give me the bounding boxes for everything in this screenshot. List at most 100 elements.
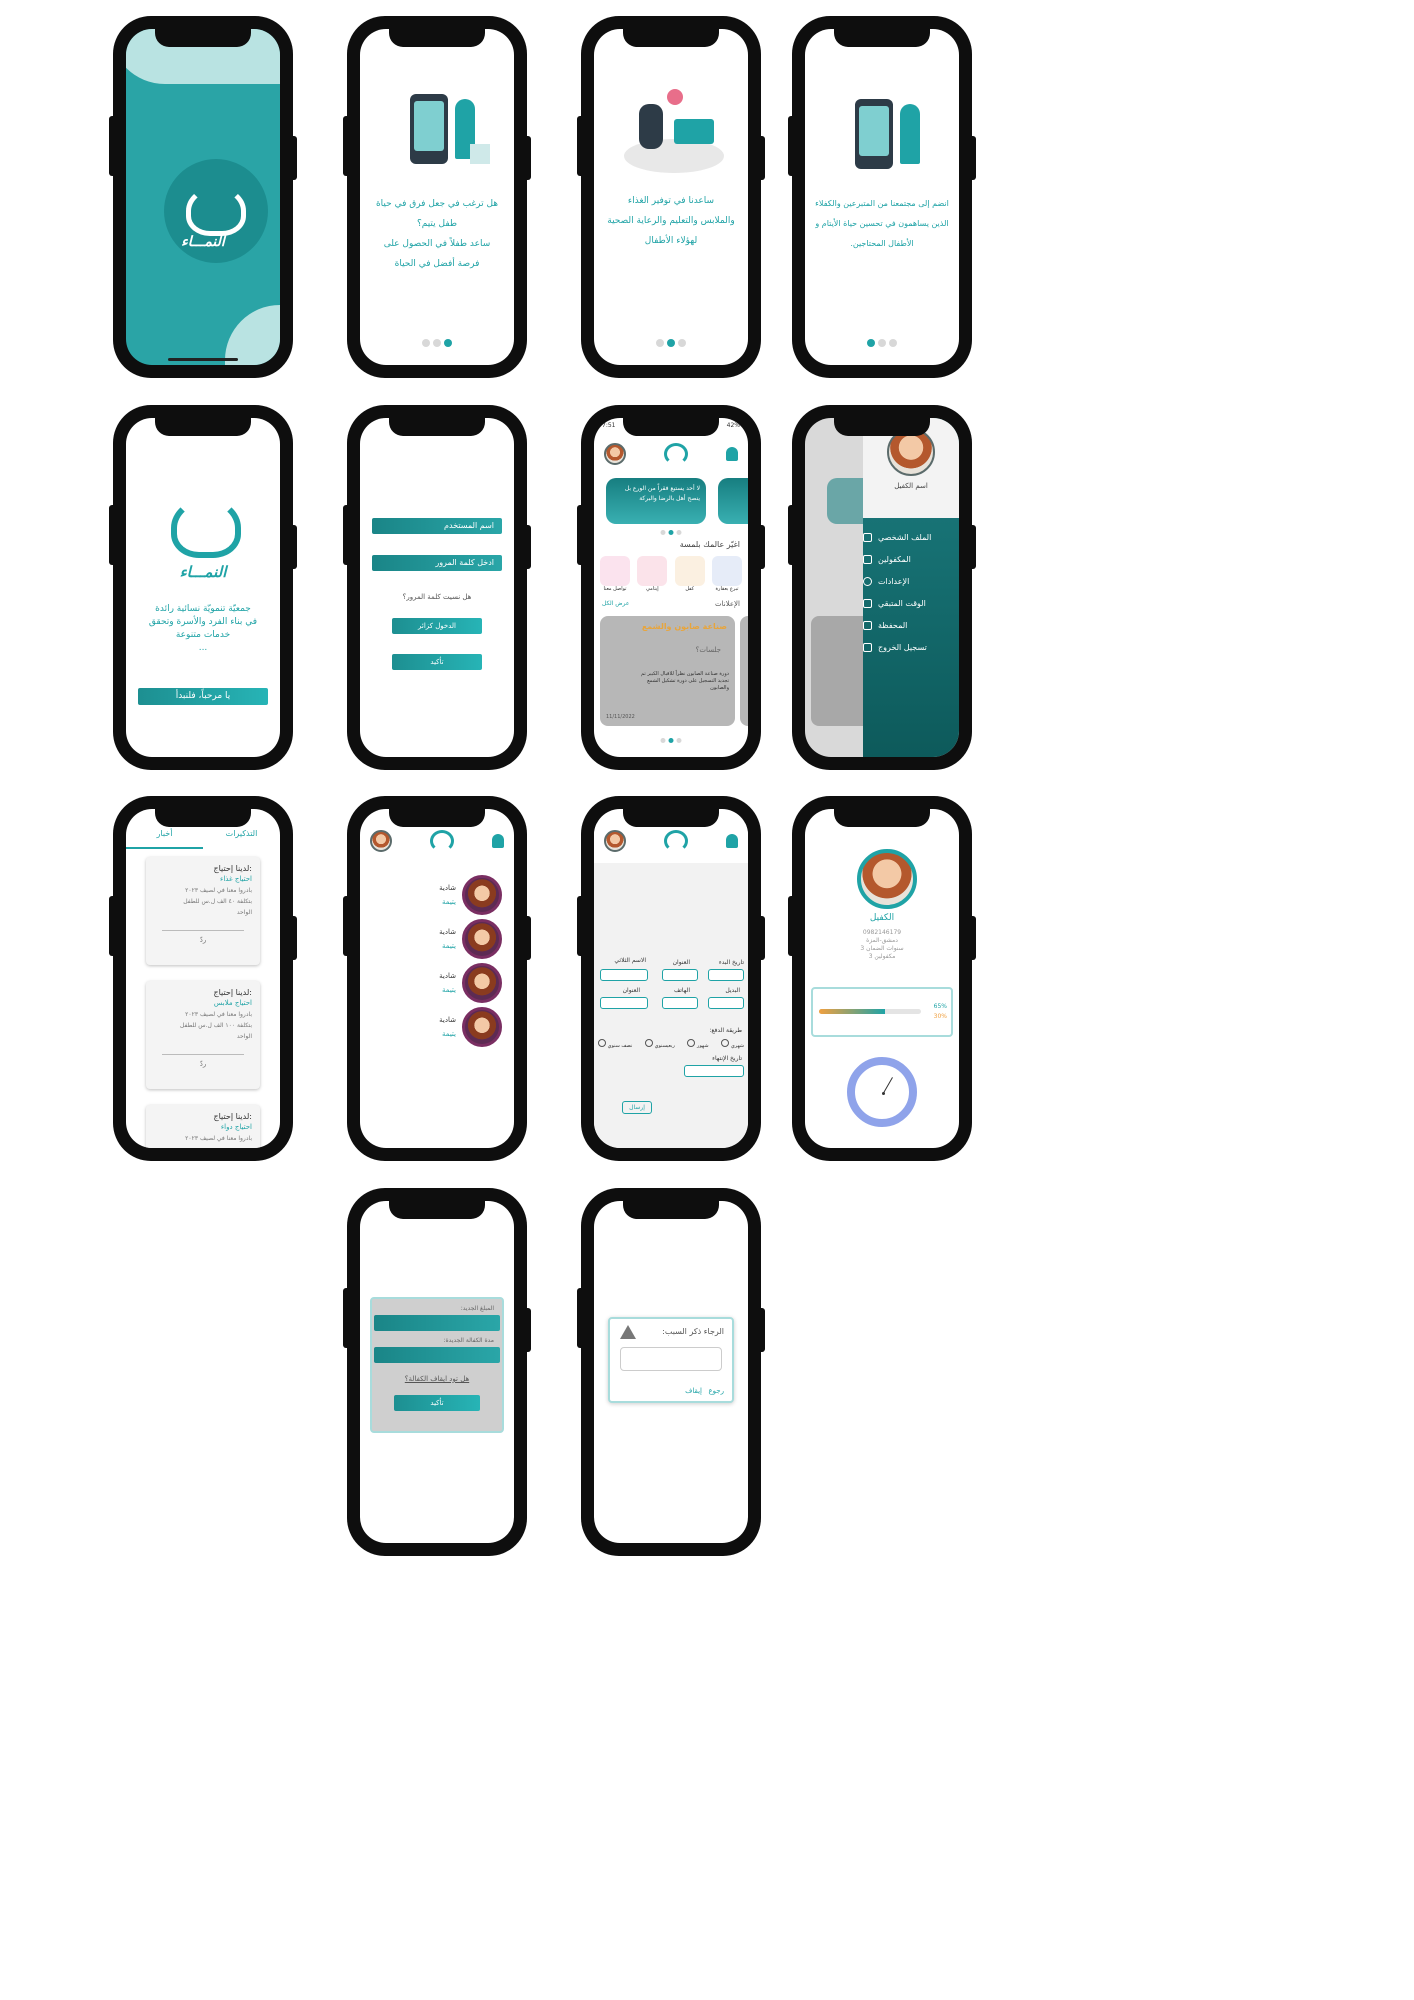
payment-option[interactable]: شهري: [721, 1039, 744, 1049]
phone-drawer: اسم الكفيل الملف الشخصي المكفولين الإعدا…: [788, 405, 976, 770]
dot-active[interactable]: [667, 339, 675, 347]
stop-sponsorship-link[interactable]: هل تود ايقاف الكفالة؟: [372, 1375, 502, 1383]
back-button[interactable]: رجوع: [708, 1387, 724, 1395]
notch: [623, 1201, 719, 1219]
ad-card[interactable]: صناعة صابون والشمع جلسات؟ دورة صناعة الص…: [600, 616, 735, 726]
payment-option[interactable]: شهور: [687, 1039, 709, 1049]
dot[interactable]: [889, 339, 897, 347]
payment-option[interactable]: نصف سنوي: [598, 1039, 632, 1049]
see-all-link[interactable]: عرض الكل: [602, 600, 629, 607]
progress-card: 65% 30%: [811, 987, 953, 1037]
orphan-item[interactable]: شادية يتيمة: [439, 963, 502, 1003]
tab-news[interactable]: أخبار: [126, 829, 203, 849]
phone-welcome: النمـــاء جمعيّة تنمويّة نسائية رائدة في…: [109, 405, 297, 770]
bell-icon[interactable]: [726, 447, 738, 461]
reply-button[interactable]: ردّ: [154, 1059, 252, 1070]
onboarding-screen-1: هل ترغب في جعل فرق في حياة طفل يتيم؟ ساع…: [360, 29, 514, 365]
profile-line: مكفولين 3: [868, 953, 896, 960]
need-card[interactable]: :لدينا إحتياج احتياج ملابس بادروا معنا ف…: [146, 981, 260, 1089]
building-icon: [863, 620, 872, 630]
service-sponsor[interactable]: كفل: [673, 556, 707, 592]
need-line: الواحد: [236, 909, 252, 916]
start-date-input[interactable]: [708, 969, 744, 981]
logo-icon: [664, 443, 688, 465]
dot[interactable]: [422, 339, 430, 347]
dot[interactable]: [660, 530, 666, 535]
end-date-input[interactable]: [684, 1065, 744, 1077]
need-card[interactable]: :لدينا إحتياج احتياج دواء بادروا معنا في…: [146, 1105, 260, 1148]
quote-banner[interactable]: لا أحد يستيع فقراً من الورع بل ينصح أهل …: [606, 478, 706, 524]
menu-logout[interactable]: تسجيل الخروج: [863, 636, 959, 658]
onboarding-text: ساعدنا في توفير الغذاء والملابس والتعليم…: [604, 191, 738, 251]
ad-dots[interactable]: [660, 738, 682, 743]
dot[interactable]: [656, 339, 664, 347]
menu-profile[interactable]: الملف الشخصي: [863, 526, 959, 548]
label-alternate: البديل: [725, 987, 740, 994]
dot[interactable]: [660, 738, 666, 743]
dot[interactable]: [676, 738, 682, 743]
orphan-tag: يتيمة: [442, 986, 456, 994]
guest-button[interactable]: الدخول كزائر: [392, 618, 482, 634]
confirm-button[interactable]: تأكيد: [392, 654, 482, 670]
username-field[interactable]: اسم المستخدم: [372, 518, 502, 534]
alternate-input[interactable]: [708, 997, 744, 1009]
service-contact[interactable]: تواصل معنا: [598, 556, 632, 592]
page-dots[interactable]: [867, 339, 897, 347]
avatar[interactable]: [370, 830, 392, 852]
duration-input[interactable]: [374, 1347, 500, 1363]
amount-input[interactable]: [374, 1315, 500, 1331]
dot[interactable]: [676, 530, 682, 535]
tagline-line: جمعيّة تنمويّة نسائية رائدة: [155, 604, 251, 614]
dot-active[interactable]: [867, 339, 875, 347]
bell-icon[interactable]: [492, 834, 504, 848]
dot-active[interactable]: [668, 530, 674, 535]
dot-active[interactable]: [668, 738, 674, 743]
dot[interactable]: [678, 339, 686, 347]
profile-title: الكفيل: [869, 913, 895, 923]
start-button[interactable]: يا مرحباً، فلنبدأ: [138, 688, 268, 705]
page-dots[interactable]: [422, 339, 452, 347]
avatar[interactable]: [604, 830, 626, 852]
label-address-2: العنوان: [622, 987, 640, 994]
page-dots[interactable]: [656, 339, 686, 347]
quote-banner-next[interactable]: [718, 478, 748, 524]
service-donate[interactable]: تبرع بعقارة: [710, 556, 744, 592]
confirm-button[interactable]: تأكيد: [394, 1395, 480, 1411]
home-screen: 7:51 42% لا أحد يستيع فقراً من الورع بل ي…: [594, 418, 748, 757]
forgot-password-link[interactable]: هل نسيت كلمة المرور؟: [360, 593, 514, 601]
clock-icon: [847, 1057, 917, 1127]
notch: [623, 29, 719, 47]
phone-input[interactable]: [662, 997, 698, 1009]
payment-option[interactable]: ربعيسنوي: [644, 1039, 675, 1049]
orphan-item[interactable]: شادية يتيمة: [439, 919, 502, 959]
phone-login: اسم المستخدم ادخل كلمة المرور هل نسيت كل…: [343, 405, 531, 770]
notch: [155, 29, 251, 47]
menu-label: المحفظة: [878, 620, 908, 630]
banner-dots[interactable]: [660, 530, 682, 535]
orphan-item[interactable]: شادية يتيمة: [439, 875, 502, 915]
address-input[interactable]: [662, 969, 698, 981]
need-card[interactable]: :لدينا إحتياج احتياج غذاء بادروا معنا في…: [146, 857, 260, 965]
menu-remaining-time[interactable]: الوقت المتبقي: [863, 592, 959, 614]
submit-button[interactable]: إرسال: [622, 1101, 652, 1114]
address-2-input[interactable]: [600, 997, 648, 1009]
avatar[interactable]: [604, 443, 626, 465]
side-drawer: اسم الكفيل الملف الشخصي المكفولين الإعدا…: [863, 418, 959, 757]
reason-input[interactable]: [620, 1347, 722, 1371]
stop-button[interactable]: إيقاف: [685, 1387, 702, 1395]
password-field[interactable]: ادخل كلمة المرور: [372, 555, 502, 571]
ad-card-next[interactable]: [740, 616, 748, 726]
menu-sponsored[interactable]: المكفولين: [863, 548, 959, 570]
full-name-input[interactable]: [600, 969, 648, 981]
service-orphans[interactable]: إيتامي: [635, 556, 669, 592]
menu-wallet[interactable]: المحفظة: [863, 614, 959, 636]
dot[interactable]: [878, 339, 886, 347]
reply-button[interactable]: ردّ: [154, 935, 252, 946]
phone-onboarding-1: هل ترغب في جعل فرق في حياة طفل يتيم؟ ساع…: [343, 16, 531, 378]
menu-settings[interactable]: الإعدادات: [863, 570, 959, 592]
orphan-item[interactable]: شادية يتيمة: [439, 1007, 502, 1047]
tab-reminders[interactable]: التذكيرات: [203, 829, 280, 849]
dot[interactable]: [433, 339, 441, 347]
dot-active[interactable]: [444, 339, 452, 347]
bell-icon[interactable]: [726, 834, 738, 848]
